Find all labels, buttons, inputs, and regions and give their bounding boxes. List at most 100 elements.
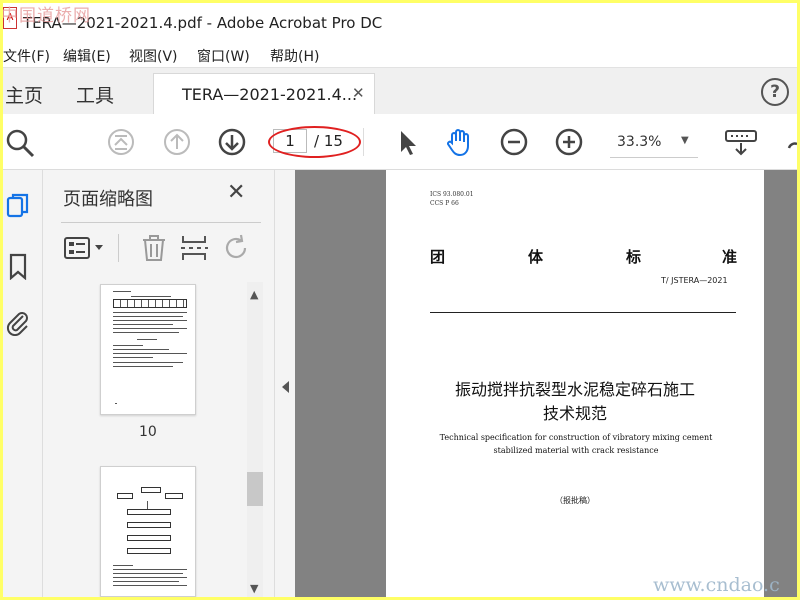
delete-page-icon[interactable] xyxy=(137,232,171,264)
page-thumbnails-panel: 页面缩略图 ✕ 10 ▲ ▼ xyxy=(43,170,275,597)
thumb-text-line xyxy=(131,296,171,297)
zoom-in-icon[interactable] xyxy=(553,126,585,158)
thumb-text-line xyxy=(113,565,133,566)
help-icon[interactable]: ? xyxy=(761,78,789,106)
extract-pages-icon[interactable] xyxy=(177,232,211,264)
scroll-down-icon[interactable]: ▼ xyxy=(250,582,258,595)
thumbnail-page-10[interactable] xyxy=(100,284,196,415)
thumb-text-line xyxy=(113,316,183,317)
standard-type-char: 准 xyxy=(722,248,738,266)
document-page: ICS 93.080.01 CCS P 66 团 体 标 准 T/ JSTERA… xyxy=(386,170,764,597)
thumb-text-line xyxy=(113,349,169,350)
thumb-flow-box xyxy=(127,522,171,528)
zoom-out-icon[interactable] xyxy=(498,126,530,158)
scrollbar-thumb[interactable] xyxy=(247,472,263,506)
thumb-text-line xyxy=(113,324,173,325)
close-panel-icon[interactable]: ✕ xyxy=(227,180,245,205)
ics-number: ICS 93.080.01 xyxy=(430,191,474,198)
thumb-flow-box xyxy=(127,535,171,541)
zoom-underline xyxy=(610,157,698,158)
thumb-text-line xyxy=(113,332,179,333)
site-watermark-logo: 中国道桥网 xyxy=(3,6,91,26)
thumb-text-line xyxy=(113,581,179,582)
menu-edit[interactable]: 编辑(E) xyxy=(63,46,111,66)
close-tab-icon[interactable]: ✕ xyxy=(352,84,365,102)
title-bar: A TERA—2021-2021.4.pdf - Adobe Acrobat P… xyxy=(3,3,797,41)
thumb-text-line xyxy=(113,366,173,367)
draft-status: （报批稿） xyxy=(555,496,595,505)
toolbar-separator xyxy=(363,128,364,156)
standard-type-char: 标 xyxy=(626,248,642,266)
tab-bar: 主页 工具 TERA—2021-2021.4... ✕ ? xyxy=(3,67,797,115)
panel-collapse-handle[interactable] xyxy=(275,170,295,597)
zoom-level-select[interactable]: 33.3% xyxy=(617,134,661,150)
tab-document[interactable]: TERA—2021-2021.4... ✕ xyxy=(153,73,375,115)
document-title-cn-line2: 技术规范 xyxy=(542,404,607,423)
menu-help[interactable]: 帮助(H) xyxy=(270,46,319,66)
thumbnail-page-label: 10 xyxy=(139,424,157,440)
thumb-text-line xyxy=(113,585,187,586)
more-tools-icon[interactable] xyxy=(785,126,797,158)
toolbar: 1 / 15 33.3% ▼ xyxy=(3,114,797,170)
thumb-text-line xyxy=(113,353,187,354)
thumb-text-line xyxy=(115,403,117,404)
rotate-icon[interactable] xyxy=(219,232,253,264)
ics-code: ICS 93.080.01 CCS P 66 xyxy=(430,190,474,208)
thumb-text-line xyxy=(113,345,143,346)
thumb-text-line xyxy=(113,362,183,363)
panel-title: 页面缩略图 xyxy=(63,189,153,210)
thumb-text-line xyxy=(113,577,187,578)
thumb-flow-arrow xyxy=(147,501,148,509)
search-icon[interactable] xyxy=(3,126,35,158)
tab-home[interactable]: 主页 xyxy=(5,81,43,108)
thumbnail-options-icon[interactable] xyxy=(63,232,107,264)
tab-tools[interactable]: 工具 xyxy=(76,81,114,108)
scroll-up-icon[interactable]: ▲ xyxy=(250,288,258,301)
thumb-text-line xyxy=(113,291,131,292)
document-title-cn: 振动搅拌抗裂型水泥稳定碎石施工 xyxy=(454,380,695,399)
standard-type-char: 体 xyxy=(528,248,544,266)
thumb-flow-box xyxy=(117,493,133,499)
hand-tool-icon[interactable] xyxy=(443,126,475,158)
standard-code: T/ JSTERA—2021 xyxy=(661,276,728,285)
first-page-icon[interactable] xyxy=(105,126,137,158)
site-watermark-url: www.cndao.c xyxy=(653,574,780,596)
thumbnail-scrollbar[interactable] xyxy=(247,282,263,597)
thumb-table xyxy=(113,299,187,308)
thumb-text-line xyxy=(113,569,187,570)
thumb-flow-box xyxy=(127,509,171,515)
tool-separator xyxy=(118,234,119,262)
page-thumbnails-icon[interactable] xyxy=(5,192,31,220)
header-rule xyxy=(430,312,736,313)
chevron-down-icon[interactable]: ▼ xyxy=(681,135,689,146)
menu-file[interactable]: 文件(F) xyxy=(3,46,50,66)
thumb-text-line xyxy=(113,573,183,574)
thumb-text-line xyxy=(137,339,157,340)
navigation-rail xyxy=(3,170,43,597)
next-page-icon[interactable] xyxy=(216,126,248,158)
ccs-number: CCS P 66 xyxy=(430,200,459,207)
panel-divider xyxy=(61,222,261,223)
thumb-text-line xyxy=(113,357,153,358)
thumbnail-page-11[interactable] xyxy=(100,466,196,597)
bookmark-icon[interactable] xyxy=(5,252,31,280)
red-annotation-circle xyxy=(268,126,361,158)
thumb-flow-box xyxy=(127,548,171,554)
previous-page-icon[interactable] xyxy=(161,126,193,158)
thumb-text-line xyxy=(113,312,187,313)
attachment-icon[interactable] xyxy=(5,308,31,336)
thumb-flow-box xyxy=(165,493,183,499)
collapse-arrow-icon xyxy=(282,381,289,393)
thumb-text-line xyxy=(113,320,187,321)
standard-type-char: 团 xyxy=(430,248,446,266)
thumb-flow-box xyxy=(141,487,161,493)
select-cursor-icon[interactable] xyxy=(391,126,423,158)
document-view: ICS 93.080.01 CCS P 66 团 体 标 准 T/ JSTERA… xyxy=(295,170,797,597)
thumb-text-line xyxy=(113,328,187,329)
page-display-icon[interactable] xyxy=(723,126,759,158)
menu-window[interactable]: 窗口(W) xyxy=(197,46,250,66)
menu-bar: 文件(F) 编辑(E) 视图(V) 窗口(W) 帮助(H) xyxy=(3,41,797,67)
menu-view[interactable]: 视图(V) xyxy=(129,46,178,66)
document-tab-label: TERA—2021-2021.4... xyxy=(182,85,358,104)
document-title-en: Technical specification for construction… xyxy=(439,433,713,455)
